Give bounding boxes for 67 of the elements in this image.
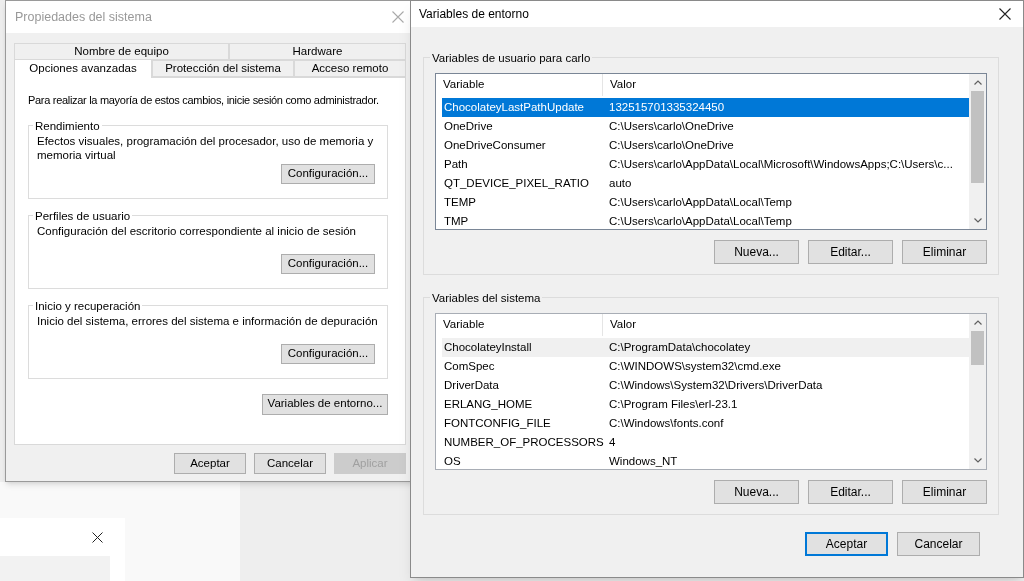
variable-cell-text: OneDriveConsumer — [443, 137, 547, 153]
value-cell-text: C:\Users\carlo\AppData\Local\Temp — [608, 213, 793, 229]
value-cell-text: 4 — [608, 434, 617, 450]
dialog-button[interactable]: Aceptar — [805, 532, 888, 556]
tab[interactable]: Acceso remoto — [294, 60, 406, 77]
variable-cell-text: ChocolateyInstall — [443, 339, 533, 355]
scrollbar-thumb[interactable] — [971, 331, 984, 365]
value-cell-text: C:\ProgramData\chocolatey — [608, 339, 752, 355]
value-cell-text: C:\Windows\fonts.conf — [608, 415, 725, 431]
window-title: Variables de entorno — [419, 6, 529, 23]
dialog-button[interactable]: Cancelar — [897, 532, 980, 556]
dialog-button[interactable]: Cancelar — [254, 453, 326, 474]
variable-cell-text: DriverData — [443, 377, 500, 393]
variable-cell-text: FONTCONFIG_FILE — [443, 415, 552, 431]
value-cell-text: C:\Users\carlo\AppData\Local\Temp — [608, 194, 793, 210]
list-action-button[interactable]: Editar... — [808, 480, 893, 504]
tab[interactable]: Opciones avanzadas — [14, 59, 152, 78]
list-action-button[interactable]: Nueva... — [714, 480, 799, 504]
variable-cell-text: Path — [443, 156, 469, 172]
variables-list[interactable] — [435, 73, 987, 230]
tab[interactable]: Hardware — [229, 43, 406, 60]
list-action-button[interactable]: Editar... — [808, 240, 893, 264]
close-icon[interactable] — [999, 8, 1011, 20]
value-cell-text: C:\WINDOWS\system32\cmd.exe — [608, 358, 782, 374]
value-cell-text: C:\Users\carlo\AppData\Local\Microsoft\WindowsApps;C:\Users\c... — [608, 156, 954, 172]
tab[interactable]: Nombre de equipo — [14, 43, 229, 60]
list-row[interactable]: ChocolateyInstall C:\ProgramData\chocolatey — [442, 338, 969, 357]
value-cell-text: C:\Program Files\erl-23.1 — [608, 396, 739, 412]
variable-cell-text: OS — [443, 453, 462, 469]
value-cell-text: auto — [608, 175, 633, 191]
value-cell-text: C:\Users\carlo\OneDrive — [608, 118, 735, 134]
list-action-button[interactable]: Eliminar — [902, 480, 987, 504]
close-icon[interactable] — [92, 531, 103, 543]
list-action-button[interactable]: Eliminar — [902, 240, 987, 264]
scrollbar-thumb[interactable] — [971, 91, 984, 183]
value-cell-text: Windows_NT — [608, 453, 679, 469]
value-cell-text: C:\Users\carlo\OneDrive — [608, 137, 735, 153]
settings-button[interactable]: Configuración... — [281, 343, 375, 364]
list-row[interactable]: ChocolateyLastPathUpdate 132515701335324450 — [442, 98, 969, 117]
group-description: Configuración del escritorio correspondiente al inicio de sesión — [37, 223, 357, 239]
settings-button[interactable]: Configuración... — [281, 163, 375, 184]
tab[interactable]: Protección del sistema — [152, 60, 294, 77]
variable-cell-text: TMP — [443, 213, 470, 229]
scrollbar[interactable] — [969, 74, 986, 229]
variables-list[interactable] — [435, 313, 987, 470]
scroll-up-icon[interactable] — [973, 320, 982, 325]
window-title: Propiedades del sistema — [15, 8, 152, 26]
scroll-down-icon[interactable] — [973, 218, 982, 223]
variable-cell-text: NUMBER_OF_PROCESSORS — [443, 434, 603, 450]
scroll-up-icon[interactable] — [973, 80, 982, 85]
value-cell-text: C:\Windows\System32\Drivers\DriverData — [608, 377, 824, 393]
notice-text: Para realizar la mayoría de estos cambios, inicie sesión como administrador. — [28, 93, 379, 108]
scroll-down-icon[interactable] — [973, 458, 982, 463]
environment-variables-button[interactable]: Variables de entorno... — [262, 393, 388, 415]
variable-cell-text: ComSpec — [443, 358, 496, 374]
variable-cell-text: ChocolateyLastPathUpdate — [443, 99, 585, 115]
settings-button[interactable]: Configuración... — [281, 253, 375, 274]
group-description: Inicio del sistema, errores del sistema e información de depuración — [37, 313, 379, 329]
variable-cell-text: ERLANG_HOME — [443, 396, 534, 412]
value-cell-text: 132515701335324450 — [608, 99, 726, 115]
group-description: Efectos visuales, programación del procesador, uso de memoria y memoria virtual — [37, 133, 375, 163]
scrollbar[interactable] — [969, 314, 986, 469]
variable-cell-text: TEMP — [443, 194, 477, 210]
variable-cell-text: QT_DEVICE_PIXEL_RATIO — [443, 175, 590, 191]
list-action-button[interactable]: Nueva... — [714, 240, 799, 264]
dialog-button[interactable]: Aceptar — [174, 453, 246, 474]
variable-cell-text: OneDrive — [443, 118, 494, 134]
